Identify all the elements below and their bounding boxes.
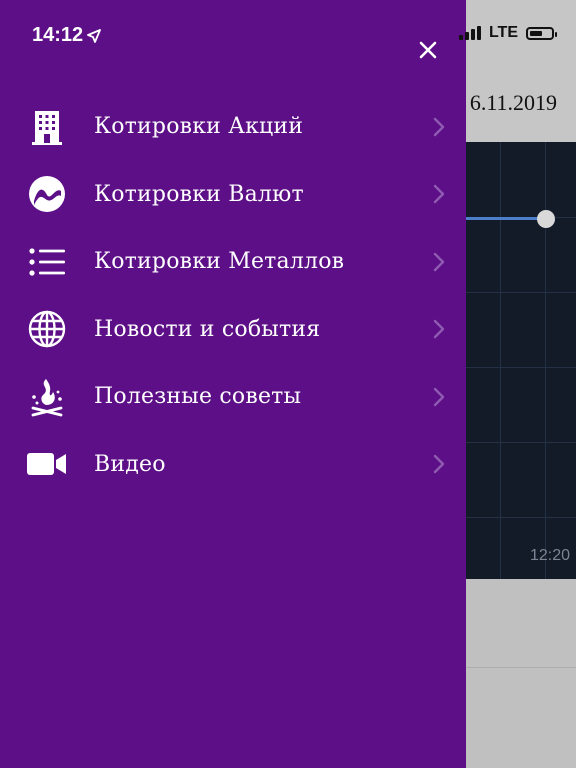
menu-item-label: Котировки Акций — [94, 114, 304, 140]
chart-gridline — [500, 142, 501, 579]
chevron-right-icon — [433, 117, 445, 136]
status-time-text: 14:12 — [32, 24, 84, 46]
video-camera-icon — [26, 443, 68, 485]
currency-wave-icon — [26, 173, 68, 215]
menu-item-currencies[interactable]: Котировки Валют — [0, 161, 466, 229]
close-icon — [419, 41, 437, 59]
menu-item-label: Котировки Валют — [94, 181, 304, 207]
menu-item-label: Видео — [94, 451, 166, 477]
globe-icon — [26, 308, 68, 350]
chevron-right-icon — [433, 252, 445, 271]
chart-gridline — [545, 142, 546, 579]
list-icon — [26, 241, 68, 283]
menu-item-metals[interactable]: Котировки Металлов — [0, 228, 466, 296]
location-arrow-icon — [87, 28, 102, 43]
date-label: 6.11.2019 — [469, 90, 557, 115]
chart-series-line — [460, 217, 546, 220]
menu-item-news[interactable]: Новости и события — [0, 296, 466, 364]
building-icon — [26, 106, 68, 148]
navigation-drawer: Котировки Акций Котировки Валют Котировк… — [0, 0, 466, 768]
chevron-right-icon — [433, 455, 445, 474]
signal-icon — [458, 26, 481, 40]
menu-item-tips[interactable]: Полезные советы — [0, 363, 466, 431]
menu-item-label: Котировки Металлов — [94, 249, 345, 275]
chevron-right-icon — [433, 320, 445, 339]
status-time: 14:12 — [32, 24, 102, 47]
close-button[interactable] — [414, 36, 442, 64]
menu-item-video[interactable]: Видео — [0, 431, 466, 499]
campfire-icon — [26, 376, 68, 418]
chevron-right-icon — [433, 185, 445, 204]
battery-icon — [526, 26, 557, 40]
menu-item-stocks[interactable]: Котировки Акций — [0, 93, 466, 161]
chart-cursor-dot[interactable] — [537, 210, 555, 228]
chevron-right-icon — [433, 387, 445, 406]
menu-item-label: Новости и события — [94, 316, 321, 342]
menu-item-label: Полезные советы — [94, 384, 302, 410]
status-indicators: LTE — [458, 24, 557, 42]
drawer-menu: Котировки Акций Котировки Валют Котировк… — [0, 93, 466, 498]
chart-time-label: 12:20 — [529, 547, 570, 564]
network-label: LTE — [488, 24, 518, 41]
